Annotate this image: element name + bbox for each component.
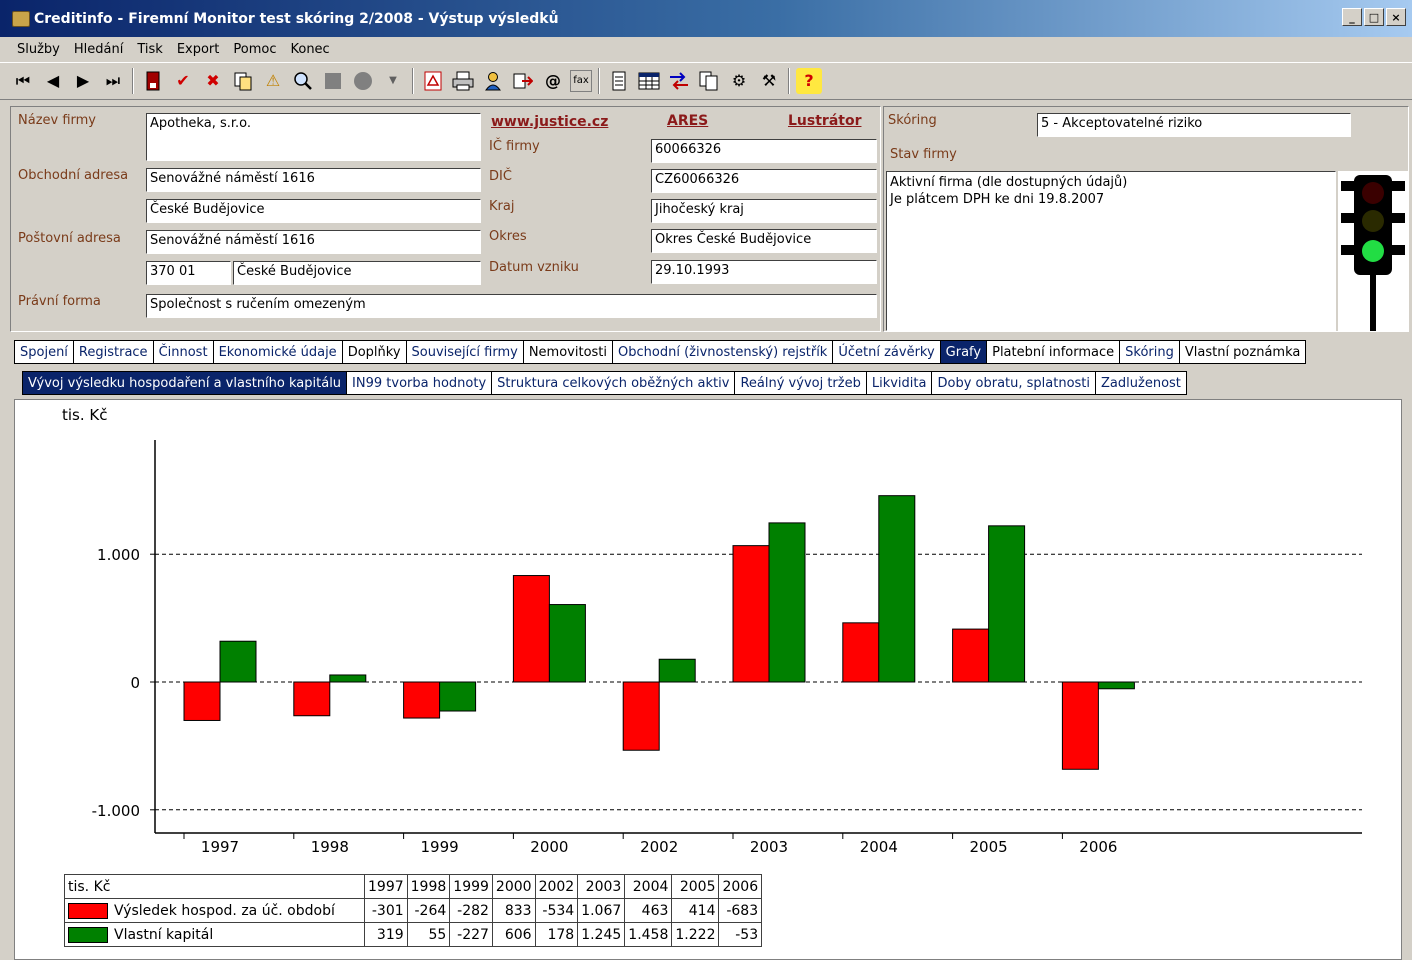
y-axis-label: tis. Kč xyxy=(62,406,107,424)
x-tick-label: 2000 xyxy=(530,838,568,856)
bar-result xyxy=(512,575,550,683)
y-tick-label: -1.000 xyxy=(92,802,140,820)
bar-equity xyxy=(219,640,257,683)
bar-result xyxy=(732,545,770,683)
legend-swatch-green xyxy=(68,926,108,943)
y-tick-label: 1.000 xyxy=(97,546,140,564)
bar-equity xyxy=(988,525,1026,683)
bar-equity xyxy=(768,522,806,683)
table-header-cell: 1999 xyxy=(449,874,493,899)
table-cell: 606 xyxy=(491,922,536,947)
table-header-cell: 1997 xyxy=(364,874,408,899)
bar-equity xyxy=(548,604,586,683)
x-tick-label: 1997 xyxy=(201,838,239,856)
x-tick-label: 2006 xyxy=(1079,838,1117,856)
x-tick-label: 1999 xyxy=(421,838,459,856)
bar-equity xyxy=(439,681,477,712)
legend-label: Výsledek hospod. za úč. období xyxy=(114,902,335,919)
table-cell: 1.222 xyxy=(671,922,720,947)
legend-swatch-red xyxy=(68,902,108,919)
table-unit-cell: tis. Kč xyxy=(64,874,365,899)
bar-result xyxy=(842,622,880,683)
table-cell: 178 xyxy=(534,922,579,947)
bar-equity xyxy=(878,495,916,683)
legend-series-result: Výsledek hospod. za úč. období xyxy=(64,898,365,923)
bar-result xyxy=(622,681,660,751)
table-cell: -227 xyxy=(449,922,493,947)
table-cell: -683 xyxy=(718,898,763,923)
table-cell: 833 xyxy=(491,898,536,923)
bar-result xyxy=(183,681,221,721)
table-cell: -282 xyxy=(449,898,493,923)
table-header-cell: 2000 xyxy=(491,874,536,899)
bar-equity xyxy=(329,674,367,683)
table-cell: -264 xyxy=(406,898,451,923)
x-tick-label: 2004 xyxy=(860,838,898,856)
table-cell: -534 xyxy=(534,898,579,923)
table-cell: 414 xyxy=(671,898,720,923)
x-tick-label: 1998 xyxy=(311,838,349,856)
table-header-cell: 2005 xyxy=(671,874,720,899)
bar-equity xyxy=(1097,681,1135,690)
table-header-cell: 2002 xyxy=(534,874,579,899)
table-header-cell: 2003 xyxy=(577,874,626,899)
legend-label: Vlastní kapitál xyxy=(114,926,214,943)
bar-result xyxy=(952,628,990,683)
legend-series-equity: Vlastní kapitál xyxy=(64,922,365,947)
table-cell: 55 xyxy=(406,922,451,947)
bar-result xyxy=(1061,681,1099,770)
chart-data-table: tis. Kč 1997 1998 1999 2000 2002 2003 20… xyxy=(64,874,763,947)
y-tick-label: 0 xyxy=(130,674,140,692)
table-header-row: tis. Kč 1997 1998 1999 2000 2002 2003 20… xyxy=(64,874,763,899)
table-cell: -301 xyxy=(364,898,408,923)
x-tick-label: 2005 xyxy=(970,838,1008,856)
table-row: Výsledek hospod. za úč. období -301 -264… xyxy=(64,898,763,923)
bar-equity xyxy=(658,658,696,683)
table-cell: 1.458 xyxy=(624,922,673,947)
bar-chart: tis. Kč -1.000 0 1.000 1997 1998 1999 2000 2002 2… xyxy=(62,406,1362,856)
table-cell: 319 xyxy=(364,922,408,947)
table-cell: 1.067 xyxy=(577,898,626,923)
table-row: Vlastní kapitál 319 55 -227 606 178 1.24… xyxy=(64,922,763,947)
table-cell: 1.245 xyxy=(577,922,626,947)
x-tick-label: 2003 xyxy=(750,838,788,856)
bar-result xyxy=(293,681,331,717)
bar-result xyxy=(403,681,441,719)
table-header-cell: 2006 xyxy=(718,874,763,899)
table-header-cell: 2004 xyxy=(624,874,673,899)
table-header-cell: 1998 xyxy=(406,874,451,899)
table-cell: 463 xyxy=(624,898,673,923)
x-tick-label: 2002 xyxy=(640,838,678,856)
table-cell: -53 xyxy=(718,922,763,947)
